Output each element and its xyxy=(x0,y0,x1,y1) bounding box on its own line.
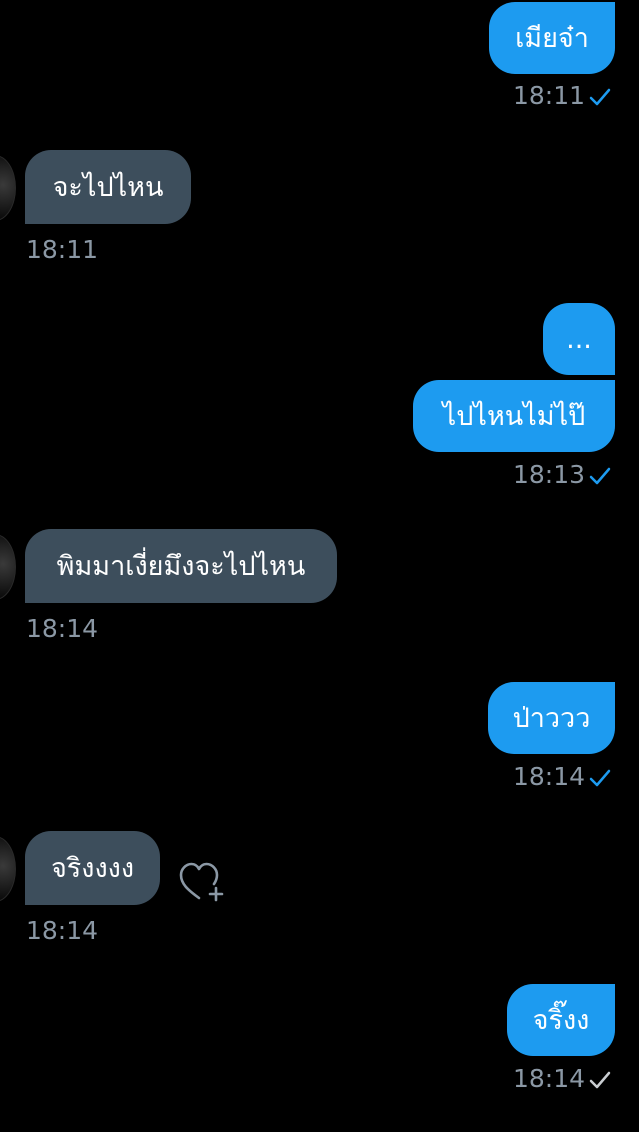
message-text: ป่าววว xyxy=(512,702,591,734)
message-text: จริงงงง xyxy=(50,852,135,884)
avatar[interactable] xyxy=(0,534,16,600)
message-timestamp: 18:11 xyxy=(26,235,99,264)
avatar[interactable] xyxy=(0,836,16,902)
outgoing-message-bubble[interactable]: ไปไหนไม่ไป๊ xyxy=(413,380,615,452)
message-timestamp: 18:13 xyxy=(513,460,586,489)
heart-add-icon[interactable] xyxy=(178,860,226,904)
message-timestamp: 18:14 xyxy=(26,614,99,643)
message-timestamp: 18:14 xyxy=(513,1064,586,1093)
outgoing-message-bubble[interactable]: ป่าววว xyxy=(488,682,615,754)
message-text: ... xyxy=(566,323,592,355)
message-text: เมียจ๋า xyxy=(515,22,589,54)
incoming-message-bubble[interactable]: จริงงงง xyxy=(25,831,160,905)
outgoing-message-bubble[interactable]: จริ๊งง xyxy=(507,984,615,1056)
avatar[interactable] xyxy=(0,155,16,221)
check-icon xyxy=(589,769,611,787)
check-icon xyxy=(589,467,611,485)
message-text: ไปไหนไม่ไป๊ xyxy=(442,400,586,432)
outgoing-message-bubble[interactable]: เมียจ๋า xyxy=(489,2,615,74)
message-text: จะไปไหน xyxy=(52,171,164,203)
incoming-message-bubble[interactable]: จะไปไหน xyxy=(25,150,191,224)
message-timestamp: 18:14 xyxy=(513,762,586,791)
check-icon xyxy=(589,1071,611,1089)
message-text: จริ๊งง xyxy=(532,1004,590,1036)
message-text: พิมมาเงี่ยมึงจะไปไหน xyxy=(56,550,306,582)
check-icon xyxy=(589,88,611,106)
message-timestamp: 18:11 xyxy=(513,81,586,110)
outgoing-message-bubble[interactable]: ... xyxy=(543,303,615,375)
incoming-message-bubble[interactable]: พิมมาเงี่ยมึงจะไปไหน xyxy=(25,529,337,603)
message-timestamp: 18:14 xyxy=(26,916,99,945)
